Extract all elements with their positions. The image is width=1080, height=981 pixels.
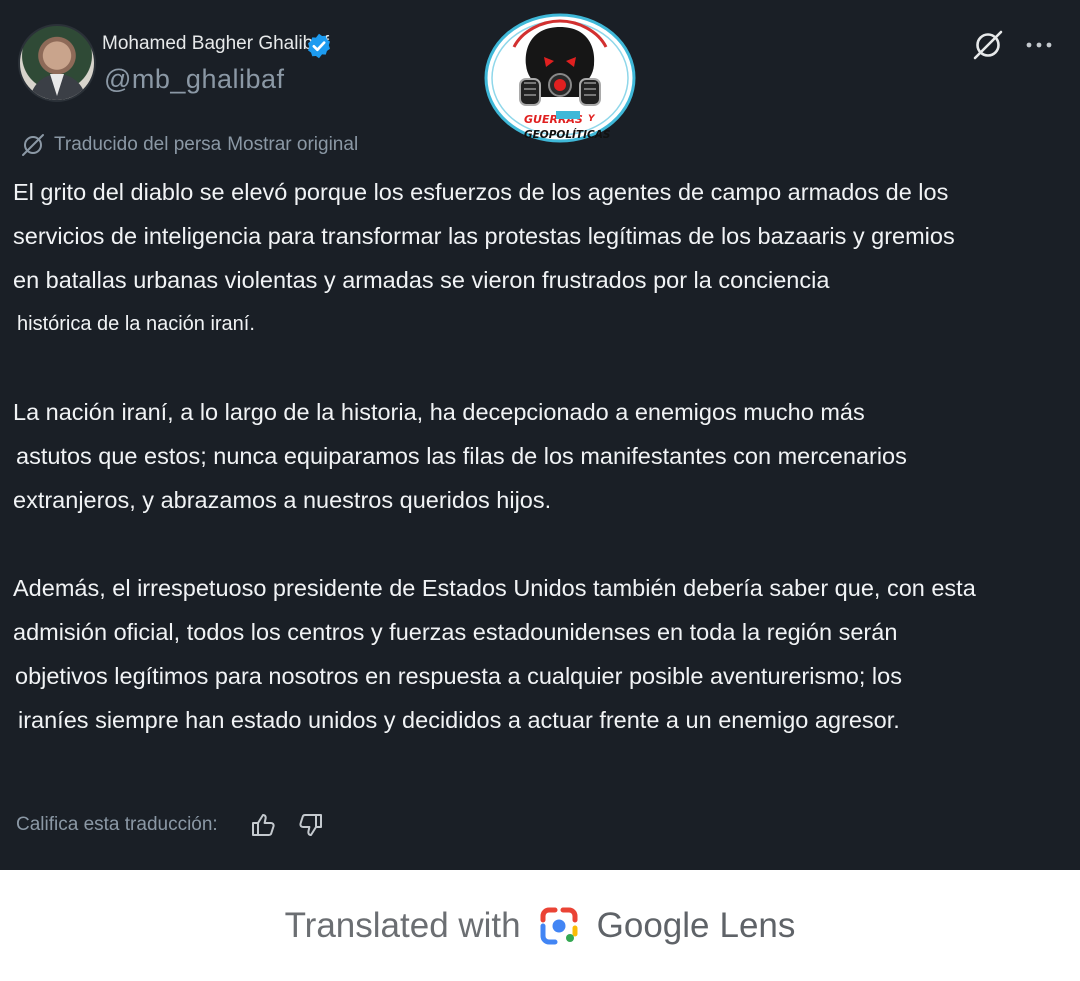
translate-icon [22,134,44,156]
post-line: Además, el irrespetuoso presidente de Es… [13,575,976,601]
footer-lens-word: Lens [719,905,796,945]
post-line: La nación iraní, a lo largo de la histor… [13,399,865,425]
google-lens-icon [540,907,578,944]
post-line: servicios de inteligencia para transform… [13,223,955,249]
post-line: admisión oficial, todos los centros y fu… [13,619,898,645]
avatar[interactable] [18,24,96,102]
thumbs-down-icon[interactable] [296,810,326,840]
post-paragraph-2: La nación iraní, a lo largo de la histor… [13,390,1063,522]
thumbs-up-icon[interactable] [248,810,278,840]
post-line: histórica de la nación iraní. [17,313,255,335]
post-paragraph-1: El grito del diablo se elevó porque los … [13,170,1063,346]
guerras-y-geopoliticas-logo: GUERRAS Y GEOPOLÍTICAS [484,13,636,143]
post-line: extranjeros, y abrazamos a nuestros quer… [13,487,552,513]
author-handle[interactable]: @mb_ghalibaf [104,64,285,95]
post-body: El grito del diablo se elevó porque los … [13,170,1063,742]
post-card: Mohamed Bagher Ghalibaf @mb_ghalibaf GUE… [0,0,1080,870]
post-line: objetivos legítimos para nosotros en res… [15,663,902,689]
translation-notice: Traducido del persa Mostrar original [20,131,358,159]
post-line: El grito del diablo se elevó porque los … [13,179,949,205]
grok-icon[interactable] [971,28,1005,62]
author-name[interactable]: Mohamed Bagher Ghalibaf [102,33,329,55]
verified-badge-icon [308,33,330,59]
footer-prefix: Translated with [284,905,521,945]
rate-translation: Califica esta traducción: [16,808,326,842]
logo-text-line3: GEOPOLÍTICAS [524,128,610,141]
more-options-icon[interactable] [1022,28,1056,62]
rate-translation-label: Califica esta traducción: [16,814,218,835]
post-line: en batallas urbanas violentas y armadas … [13,267,830,293]
translated-with-footer: Translated with Google Lens [0,870,1080,981]
footer-google-word: Google [596,905,710,945]
post-paragraph-3: Además, el irrespetuoso presidente de Es… [13,566,1063,742]
translation-notice-text: Traducido del persa [54,134,222,155]
post-line: astutos que estos; nunca equiparamos las… [16,443,907,469]
post-line: iraníes siempre han estado unidos y deci… [18,707,900,733]
show-original-link[interactable]: Mostrar original [227,134,358,156]
